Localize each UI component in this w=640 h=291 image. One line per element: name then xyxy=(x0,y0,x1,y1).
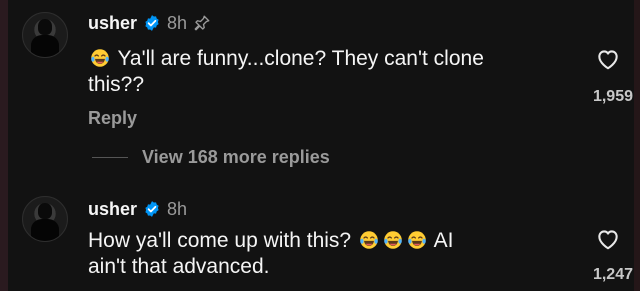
heart-outline-icon[interactable] xyxy=(594,226,622,252)
verified-badge-icon xyxy=(145,201,159,217)
comment-1: usher 8h Ya'll are funny...clone? They c… xyxy=(8,0,634,150)
comment-text-line2: ain't that advanced. xyxy=(88,255,270,278)
comment-meta: usher 8h xyxy=(88,198,187,220)
laughing-tears-emoji xyxy=(384,231,402,249)
comment-text-line1-start: How ya'll come up with this? xyxy=(88,229,352,252)
comment-text: How ya'll come up with this? AI ain't th… xyxy=(88,228,558,280)
username[interactable]: usher xyxy=(88,12,137,34)
verified-badge-icon xyxy=(145,15,159,31)
username[interactable]: usher xyxy=(88,198,137,220)
pin-icon xyxy=(194,15,210,31)
laughing-tears-emoji xyxy=(91,49,109,67)
laughing-tears-emoji xyxy=(408,231,426,249)
heart-outline-icon[interactable] xyxy=(594,46,622,72)
timestamp: 8h xyxy=(167,199,188,219)
timestamp: 8h xyxy=(167,13,188,33)
replies-divider xyxy=(92,157,128,158)
comment-text-line1: Ya'll are funny...clone? They can't clon… xyxy=(117,47,484,70)
comment-text-line1-end: AI xyxy=(433,229,454,252)
like-count: 1,959 xyxy=(592,88,633,105)
comment-text-line2: this?? xyxy=(88,73,145,96)
reply-button[interactable]: Reply xyxy=(88,108,137,129)
comment-text: Ya'll are funny...clone? They can't clon… xyxy=(88,46,558,98)
view-more-replies-label: View 168 more replies xyxy=(142,147,330,167)
comment-meta: usher 8h xyxy=(88,12,211,34)
laughing-tears-emoji xyxy=(360,231,378,249)
avatar[interactable] xyxy=(22,12,68,58)
comments-panel: usher 8h Ya'll are funny...clone? They c… xyxy=(0,0,640,291)
avatar[interactable] xyxy=(22,196,68,242)
view-more-replies[interactable]: View 168 more replies xyxy=(92,147,330,168)
comment-2: usher 8h How ya'll come up with this? AI… xyxy=(8,190,634,291)
like-count: 1,247 xyxy=(592,266,633,283)
